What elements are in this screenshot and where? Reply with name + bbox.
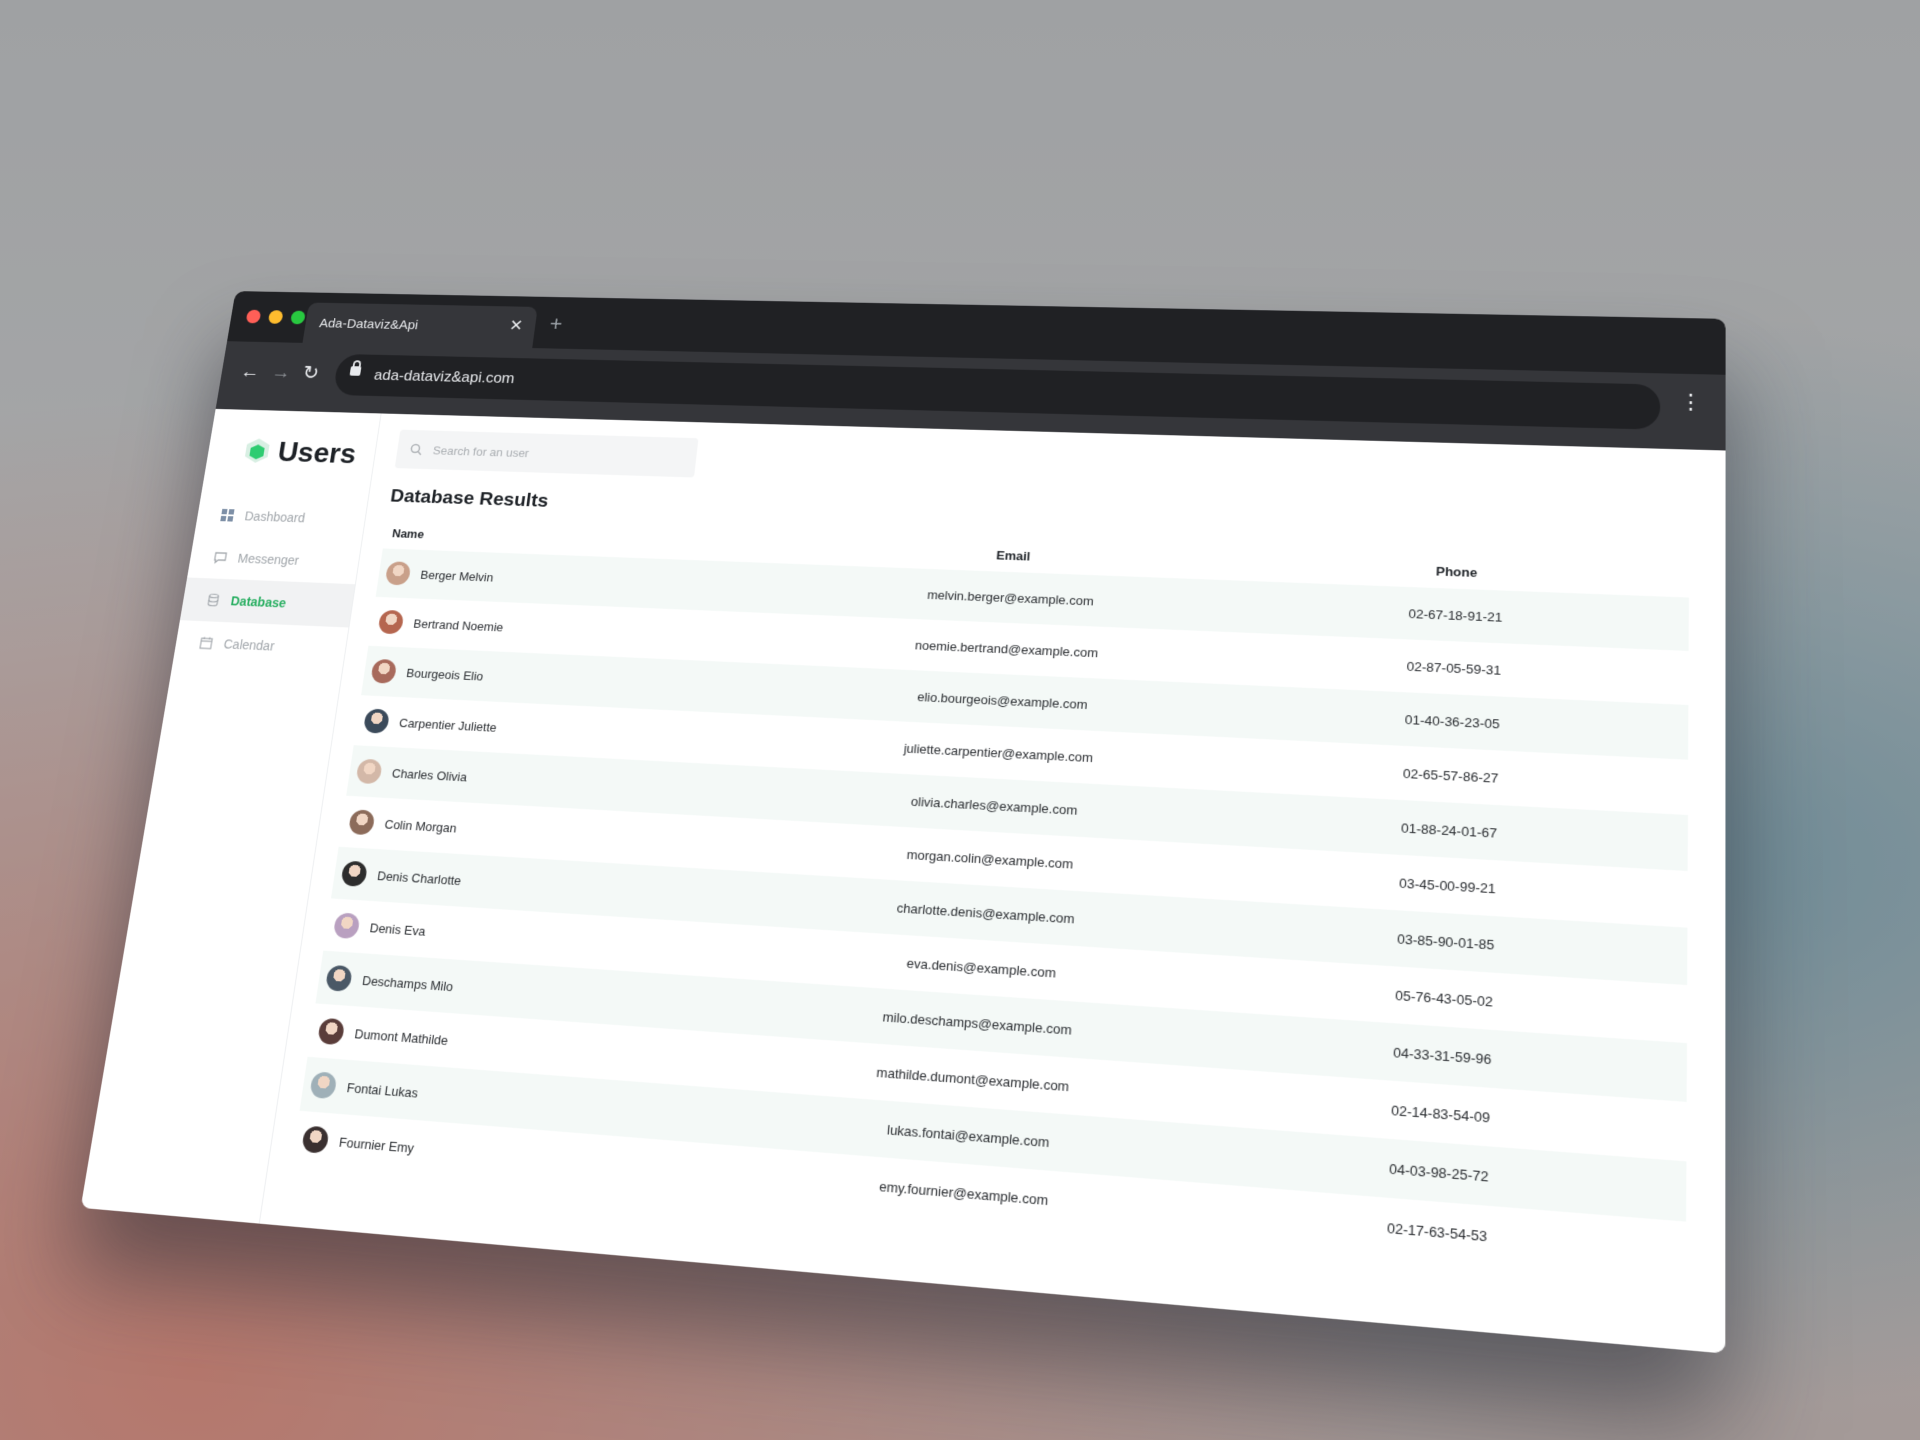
- sidebar-item-messenger[interactable]: Messenger: [187, 535, 361, 584]
- main-content: Database Results Name Email Phone Berger…: [260, 413, 1726, 1353]
- close-window-button[interactable]: [245, 309, 262, 324]
- back-arrow-icon[interactable]: ←: [239, 360, 261, 382]
- user-name: Fontai Lukas: [345, 1079, 419, 1101]
- sidebar-item-label: Messenger: [236, 551, 301, 568]
- user-name: Denis Eva: [368, 919, 427, 939]
- avatar: [377, 609, 405, 635]
- logo-icon: [243, 438, 271, 464]
- avatar: [370, 658, 398, 684]
- search-input[interactable]: [430, 442, 681, 465]
- sidebar-item-calendar[interactable]: Calendar: [173, 620, 349, 671]
- table-body: Berger Melvin melvin.berger@example.com 02…: [291, 548, 1689, 1282]
- avatar: [332, 912, 361, 940]
- user-name: Colin Morgan: [383, 816, 458, 835]
- maximize-window-button[interactable]: [290, 310, 306, 325]
- user-name: Bourgeois Elio: [405, 665, 485, 683]
- avatar: [347, 809, 376, 836]
- minimize-window-button[interactable]: [267, 310, 284, 324]
- sidebar-nav: Dashboard Messenger Database Calendar: [173, 493, 368, 671]
- results-table: Name Email Phone Berger Melvin melvin.ber…: [291, 526, 1689, 1282]
- chat-bubble-icon: [212, 550, 228, 565]
- window-controls: [245, 309, 306, 325]
- address-bar-url: ada-dataviz&api.com: [372, 366, 516, 387]
- new-tab-icon[interactable]: +: [548, 312, 564, 336]
- browser-tab[interactable]: Ada-Dataviz&Api ✕: [302, 302, 538, 349]
- avatar: [362, 708, 391, 734]
- reload-icon[interactable]: ↻: [301, 362, 320, 385]
- avatar: [340, 860, 369, 887]
- avatar: [355, 758, 383, 785]
- user-name: Carpentier Juliette: [398, 715, 498, 735]
- user-name: Denis Charlotte: [376, 867, 463, 888]
- close-tab-icon[interactable]: ✕: [508, 317, 524, 335]
- user-name: Charles Olivia: [391, 765, 468, 784]
- browser-window: Ada-Dataviz&Api ✕ + ← → ↻ ada-dataviz&ap…: [80, 291, 1726, 1354]
- avatar: [301, 1125, 330, 1154]
- brand: Users: [205, 409, 380, 474]
- user-name: Bertrand Noemie: [412, 616, 505, 634]
- avatar: [317, 1017, 346, 1046]
- calendar-icon: [198, 635, 214, 650]
- search-bar: [394, 429, 699, 478]
- sidebar-item-database[interactable]: Database: [179, 577, 355, 628]
- avatar: [324, 964, 353, 992]
- user-name: Fournier Emy: [338, 1133, 415, 1156]
- sidebar-item-label: Dashboard: [243, 508, 307, 526]
- tab-title: Ada-Dataviz&Api: [318, 315, 420, 333]
- lock-icon: [349, 366, 362, 376]
- forward-arrow-icon[interactable]: →: [270, 361, 292, 384]
- more-options-icon[interactable]: ⋮: [1679, 390, 1702, 414]
- user-name: Deschamps Milo: [361, 972, 455, 994]
- sidebar-item-label: Database: [229, 593, 288, 611]
- brand-title: Users: [275, 435, 359, 469]
- user-name: Berger Melvin: [419, 567, 495, 584]
- avatar: [384, 561, 412, 586]
- user-name: Dumont Mathilde: [353, 1025, 450, 1048]
- avatar: [309, 1071, 338, 1100]
- database-icon: [205, 593, 221, 608]
- search-icon: [409, 443, 423, 456]
- sidebar-item-label: Calendar: [222, 636, 276, 654]
- dashboard-icon: [219, 508, 235, 522]
- sidebar-item-dashboard[interactable]: Dashboard: [194, 493, 368, 541]
- app-body: Users Dashboard Messenger Database Calendar…: [80, 408, 1726, 1354]
